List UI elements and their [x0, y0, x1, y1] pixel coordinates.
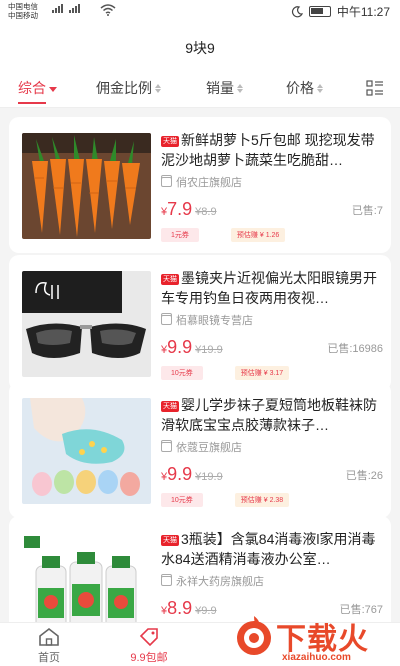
tmall-badge: 天猫 — [161, 401, 179, 412]
sort-arrows-icon — [155, 83, 161, 93]
price: ¥8.9 ¥9.9 — [161, 598, 217, 619]
earn-badge: 预估赚 ¥ 1.26 — [230, 228, 286, 242]
shop-row: 依蔻豆旗舰店 — [161, 439, 383, 455]
carrier-labels: 中国电信 中国移动 — [8, 2, 38, 20]
product-card[interactable]: 天猫 婴儿学步袜子夏短筒地板鞋袜防滑软底宝宝点胶薄款袜子… 依蔻豆旗舰店 ¥9.9… — [9, 382, 391, 518]
sort-arrows-icon — [317, 83, 323, 93]
signal-indicators — [52, 4, 80, 13]
price-value: 7.9 — [167, 199, 193, 219]
product-info: 天猫 墨镜夹片近视偏光太阳眼镜男开车专用钓鱼日夜两用夜视… 栢慕眼镜专营店 ¥9.… — [161, 268, 383, 380]
product-title-text: 新鲜胡萝卜5斤包邮 现挖现发带泥沙地胡萝卜蔬菜生吃脆甜… — [161, 132, 375, 168]
shop-icon — [161, 313, 172, 325]
carrier-2: 中国移动 — [8, 11, 38, 20]
product-info: 天猫 新鲜胡萝卜5斤包邮 现挖现发带泥沙地胡萝卜蔬菜生吃脆甜… 俏农庄旗舰店 ¥7… — [161, 130, 383, 242]
tab-home-label: 首页 — [38, 652, 60, 664]
sold-count: 已售:26 — [345, 470, 383, 482]
shop-name: 俏农庄旗舰店 — [176, 177, 242, 189]
tag-row: 10元券 预估赚 ¥ 3.17 — [161, 366, 383, 380]
earn-badge: 预估赚 ¥ 2.38 — [234, 493, 290, 507]
tmall-badge: 天猫 — [161, 535, 179, 546]
product-card[interactable]: 天猫 墨镜夹片近视偏光太阳眼镜男开车专用钓鱼日夜两用夜视… 栢慕眼镜专营店 ¥9.… — [9, 255, 391, 391]
price: ¥9.9 ¥19.9 — [161, 464, 223, 485]
layout-toggle-icon[interactable] — [366, 80, 384, 96]
price: ¥7.9 ¥8.9 — [161, 199, 217, 220]
sold-count: 已售:16986 — [327, 343, 383, 355]
watermark-logo: 下载火 xiazaihuo.com — [232, 614, 392, 666]
price-value: 9.9 — [167, 337, 193, 357]
product-title-text: 婴儿学步袜子夏短筒地板鞋袜防滑软底宝宝点胶薄款袜子… — [161, 397, 377, 433]
battery-icon — [308, 6, 331, 17]
product-info: 天猫 婴儿学步袜子夏短筒地板鞋袜防滑软底宝宝点胶薄款袜子… 依蔻豆旗舰店 ¥9.9… — [161, 395, 383, 507]
page-title: 9块9 — [185, 40, 215, 56]
sort-commission-label: 佣金比例 — [96, 80, 152, 96]
price-value: 8.9 — [167, 598, 193, 618]
title-bar: 9块9 — [0, 24, 400, 68]
coupon-badge: 1元券 — [161, 228, 199, 242]
shop-row: 栢慕眼镜专营店 — [161, 312, 383, 328]
coupon-badge: 10元券 — [161, 366, 203, 380]
original-price: ¥8.9 — [195, 206, 217, 218]
sort-price-label: 价格 — [286, 80, 314, 96]
tab-deals-label: 9.9包邮 — [130, 652, 168, 664]
original-price: ¥19.9 — [195, 344, 223, 356]
wifi-icon — [100, 4, 116, 16]
product-title[interactable]: 天猫 新鲜胡萝卜5斤包邮 现挖现发带泥沙地胡萝卜蔬菜生吃脆甜… — [161, 130, 383, 170]
price-value: 9.9 — [167, 464, 193, 484]
tag-row: 1元券 预估赚 ¥ 1.26 — [161, 228, 383, 242]
sort-bar: 综合 佣金比例 销量 价格 — [0, 68, 400, 108]
coupon-badge: 10元券 — [161, 493, 203, 507]
signal-1-icon — [52, 4, 63, 13]
carrier-1: 中国电信 — [8, 2, 38, 11]
price-row: ¥7.9 ¥8.9 已售:7 — [161, 198, 383, 220]
tab-home[interactable]: 首页 — [14, 627, 84, 665]
product-info: 天猫 3瓶装】含氯84消毒液l家用消毒水84送酒精消毒液办公室… 永祥大药房旗舰店… — [161, 529, 383, 619]
earn-badge: 预估赚 ¥ 3.17 — [234, 366, 290, 380]
watermark-url: xiazaihuo.com — [282, 652, 351, 663]
shop-row: 俏农庄旗舰店 — [161, 174, 383, 190]
sort-comprehensive[interactable]: 综合 — [18, 78, 57, 104]
tmall-badge: 天猫 — [161, 136, 179, 147]
sort-comprehensive-label: 综合 — [18, 78, 46, 104]
tag-row: 10元券 预估赚 ¥ 2.38 — [161, 493, 383, 507]
sold-count: 已售:7 — [351, 205, 383, 217]
flame-logo-icon — [237, 616, 271, 655]
moon-icon — [291, 5, 303, 17]
shop-icon — [161, 175, 172, 187]
shop-name: 依蔻豆旗舰店 — [176, 442, 242, 454]
product-title[interactable]: 天猫 3瓶装】含氯84消毒液l家用消毒水84送酒精消毒液办公室… — [161, 529, 383, 569]
sort-sales-label: 销量 — [206, 80, 234, 96]
signal-2-icon — [69, 4, 80, 13]
sort-commission[interactable]: 佣金比例 — [96, 78, 161, 98]
shop-name: 永祥大药房旗舰店 — [176, 576, 264, 588]
product-image-baby-socks — [22, 398, 151, 504]
product-image-carrots — [22, 133, 151, 239]
sort-price[interactable]: 价格 — [286, 78, 323, 98]
product-image-sunglasses — [22, 271, 151, 377]
home-icon — [39, 627, 59, 646]
original-price: ¥9.9 — [195, 605, 217, 617]
shop-row: 永祥大药房旗舰店 — [161, 573, 383, 589]
product-card[interactable]: 天猫 新鲜胡萝卜5斤包邮 现挖现发带泥沙地胡萝卜蔬菜生吃脆甜… 俏农庄旗舰店 ¥7… — [9, 117, 391, 253]
status-bar: 中国电信 中国移动 中午11:27 — [0, 0, 400, 24]
shop-name: 栢慕眼镜专营店 — [176, 315, 253, 327]
status-right: 中午11:27 — [291, 3, 390, 20]
shop-icon — [161, 440, 172, 452]
price-row: ¥9.9 ¥19.9 已售:26 — [161, 463, 383, 485]
sort-arrows-icon — [237, 83, 243, 93]
product-title[interactable]: 天猫 婴儿学步袜子夏短筒地板鞋袜防滑软底宝宝点胶薄款袜子… — [161, 395, 383, 435]
sort-sales[interactable]: 销量 — [206, 78, 243, 98]
tag-icon — [139, 628, 158, 647]
product-title-text: 墨镜夹片近视偏光太阳眼镜男开车专用钓鱼日夜两用夜视… — [161, 270, 377, 306]
product-title[interactable]: 天猫 墨镜夹片近视偏光太阳眼镜男开车专用钓鱼日夜两用夜视… — [161, 268, 383, 308]
price: ¥9.9 ¥19.9 — [161, 337, 223, 358]
shop-icon — [161, 574, 172, 586]
price-row: ¥9.9 ¥19.9 已售:16986 — [161, 336, 383, 358]
product-title-text: 3瓶装】含氯84消毒液l家用消毒水84送酒精消毒液办公室… — [161, 531, 376, 567]
original-price: ¥19.9 — [195, 471, 223, 483]
tab-deals[interactable]: 9.9包邮 — [114, 627, 184, 665]
caret-down-icon — [49, 86, 57, 92]
clock: 中午11:27 — [336, 5, 390, 19]
tmall-badge: 天猫 — [161, 274, 179, 285]
